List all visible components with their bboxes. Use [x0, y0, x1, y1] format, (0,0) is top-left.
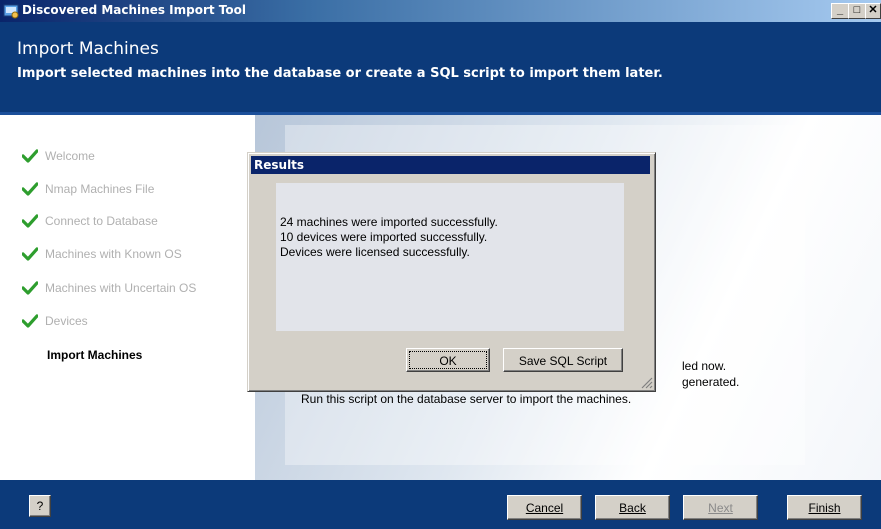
back-button[interactable]: Back: [595, 495, 670, 520]
results-dialog: Results 24 machines were imported succes…: [247, 152, 656, 392]
status-text-line2: generated.: [682, 375, 740, 389]
step-devices: Devices: [22, 312, 88, 330]
finish-button[interactable]: Finish: [787, 495, 862, 520]
step-label: Machines with Uncertain OS: [45, 281, 197, 295]
results-panel: 24 machines were imported successfully. …: [276, 183, 624, 331]
back-label: Back: [619, 501, 646, 515]
result-devices: 10 devices were imported successfully.: [280, 230, 488, 244]
steps-pane: Welcome Nmap Machines File Connect to Da…: [0, 115, 255, 480]
minimize-icon: _: [836, 4, 844, 16]
window-title: Discovered Machines Import Tool: [22, 3, 246, 17]
step-connect-database: Connect to Database: [22, 212, 158, 230]
step-known-os: Machines with Known OS: [22, 245, 182, 263]
status-text-line1: led now.: [682, 359, 727, 373]
page-title: Import Machines: [17, 39, 159, 59]
dialog-title: Results: [251, 156, 650, 174]
check-icon: [22, 281, 38, 295]
cancel-label: Cancel: [525, 501, 564, 515]
save-sql-script-label: Save SQL Script: [518, 354, 608, 368]
step-uncertain-os: Machines with Uncertain OS: [22, 279, 196, 297]
check-icon: [22, 182, 38, 196]
step-label: Nmap Machines File: [45, 182, 155, 196]
save-sql-script-button[interactable]: Save SQL Script: [503, 348, 623, 372]
cancel-button[interactable]: Cancel: [507, 495, 582, 520]
result-licensing: Devices were licensed successfully.: [280, 245, 470, 259]
check-icon: [22, 149, 38, 163]
check-icon: [22, 247, 38, 261]
result-machines: 24 machines were imported successfully.: [280, 215, 498, 229]
ok-button-label: OK: [439, 354, 457, 368]
ok-button[interactable]: OK: [406, 348, 490, 372]
maximize-icon: □: [853, 4, 861, 16]
maximize-button[interactable]: □: [848, 3, 866, 19]
wizard-footer: ? Cancel Back Next Finish: [0, 480, 881, 529]
check-icon: [22, 214, 38, 228]
help-button[interactable]: ?: [29, 495, 51, 517]
step-label: Connect to Database: [45, 214, 158, 228]
step-import-machines: Import Machines: [47, 346, 142, 364]
window-titlebar: Discovered Machines Import Tool _ □ ✕: [0, 0, 881, 22]
close-icon: ✕: [868, 4, 878, 16]
close-button[interactable]: ✕: [865, 3, 881, 19]
check-icon: [22, 314, 38, 328]
next-label: Next: [708, 501, 733, 515]
step-label: Welcome: [45, 149, 95, 163]
minimize-button[interactable]: _: [831, 3, 849, 19]
step-nmap-file: Nmap Machines File: [22, 180, 154, 198]
step-label: Import Machines: [47, 348, 143, 362]
step-welcome: Welcome: [22, 147, 95, 165]
next-button[interactable]: Next: [683, 495, 758, 520]
finish-label: Finish: [808, 501, 841, 515]
app-icon: [3, 4, 19, 19]
resize-grip-icon[interactable]: [641, 377, 653, 389]
step-label: Machines with Known OS: [45, 247, 182, 261]
help-icon: ?: [36, 499, 44, 513]
wizard-header: Import Machines Import selected machines…: [0, 22, 881, 112]
page-subtitle: Import selected machines into the databa…: [17, 66, 663, 81]
step-label: Devices: [45, 314, 88, 328]
status-text-line3: Run this script on the database server t…: [301, 392, 632, 406]
